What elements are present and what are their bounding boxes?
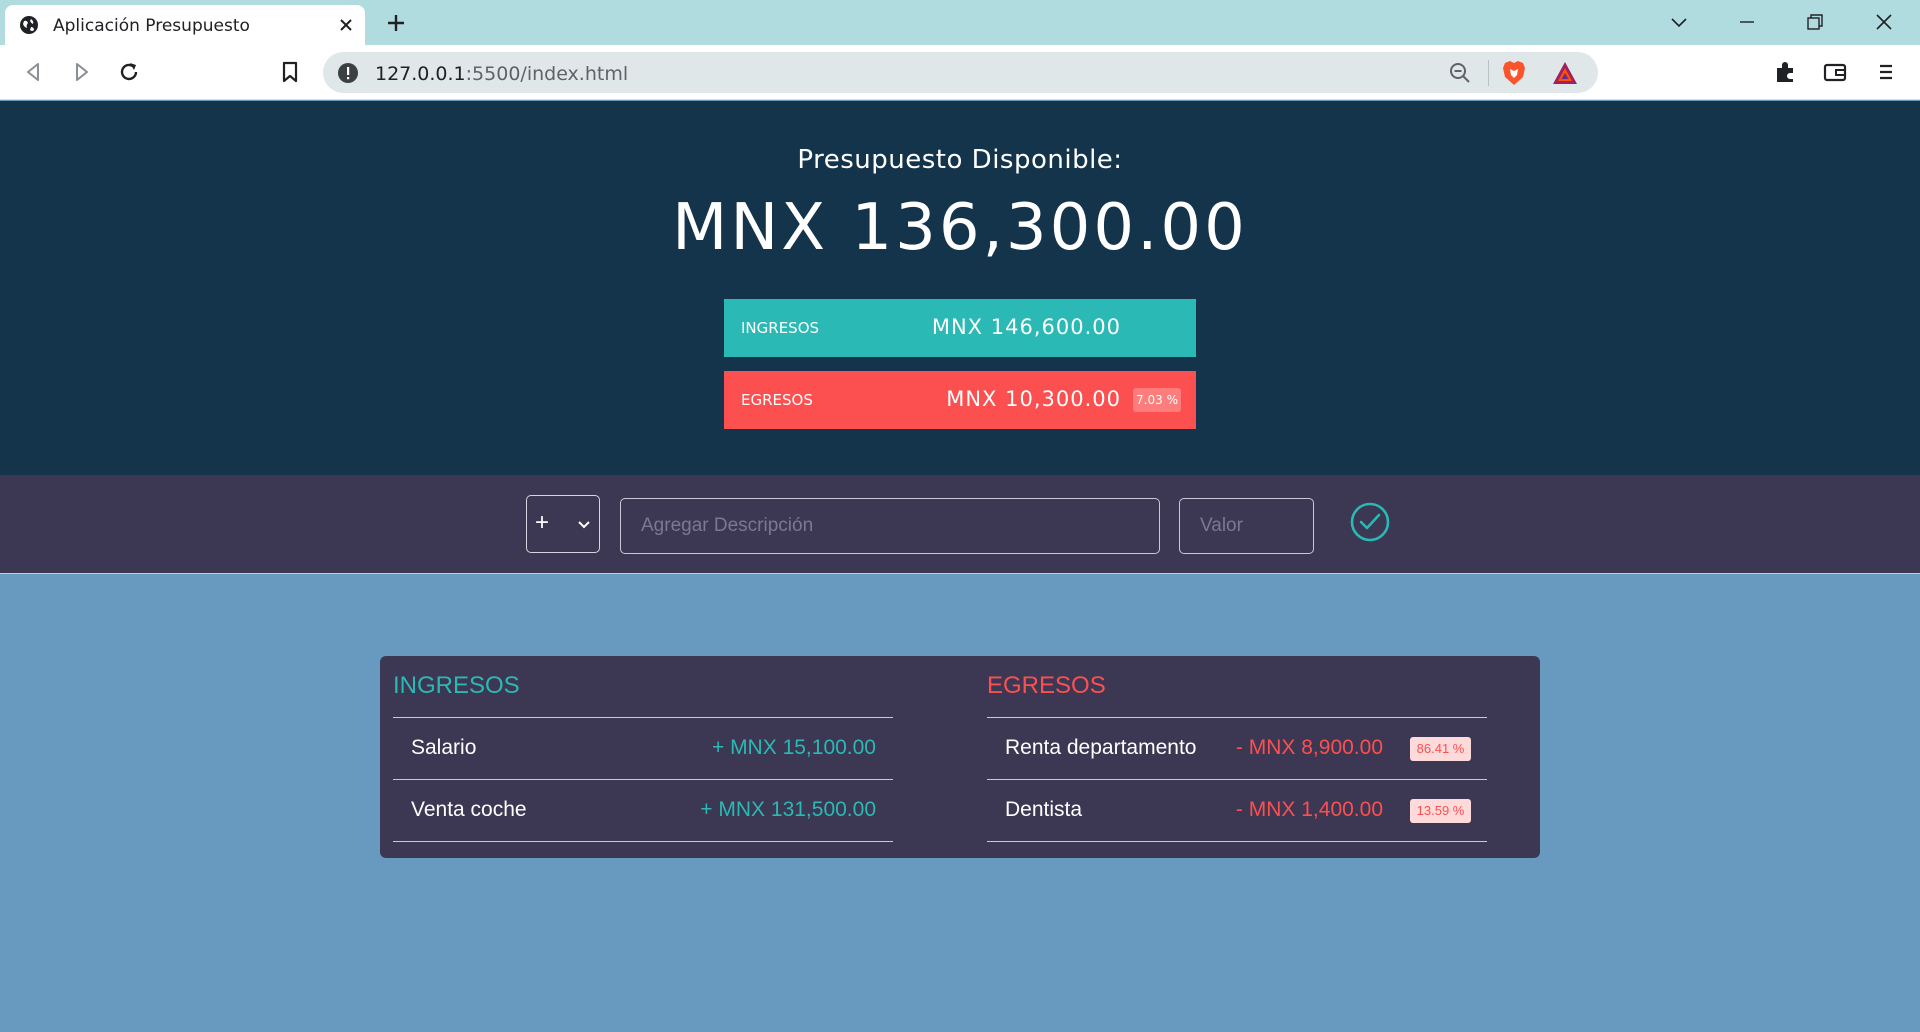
wallet-icon[interactable]: [1821, 58, 1849, 86]
globe-icon: [20, 16, 38, 34]
income-summary-value: MNX 146,600.00: [931, 315, 1121, 339]
back-icon[interactable]: [20, 58, 48, 86]
income-summary-label: INGRESOS: [741, 319, 820, 337]
expense-summary-value: MNX 10,300.00: [946, 387, 1121, 411]
income-item-description: Venta coche: [411, 798, 527, 821]
url-text: 127.0.0.1:5500/index.html: [375, 63, 628, 85]
expense-item[interactable]: Renta departamento - MNX 8,900.00 86.41 …: [987, 718, 1487, 780]
income-item-description: Salario: [411, 736, 477, 759]
address-bar[interactable]: 127.0.0.1:5500/index.html: [323, 52, 1598, 93]
budget-header: Presupuesto Disponible: MNX 136,300.00 I…: [0, 101, 1920, 475]
bat-rewards-icon[interactable]: [1551, 60, 1579, 86]
lists-panel: INGRESOS Salario + MNX 15,100.00 Venta c…: [380, 656, 1540, 858]
extensions-icon[interactable]: [1771, 58, 1799, 86]
expense-summary-label: EGRESOS: [741, 391, 813, 409]
type-select-value: +: [535, 509, 550, 536]
chevron-down-icon: [578, 521, 590, 529]
expense-summary: EGRESOS MNX 10,300.00 7.03 %: [724, 371, 1196, 429]
check-circle-icon[interactable]: [1349, 501, 1391, 543]
type-select[interactable]: +: [526, 495, 600, 553]
reload-icon[interactable]: [115, 58, 143, 86]
info-icon[interactable]: [337, 62, 359, 84]
bookmark-icon[interactable]: [276, 58, 304, 86]
expense-item-description: Renta departamento: [1005, 736, 1197, 759]
expense-item-percent: 13.59 %: [1410, 799, 1471, 823]
description-input[interactable]: [620, 498, 1160, 554]
income-item-value: + MNX 131,500.00: [700, 798, 876, 821]
available-budget: MNX 136,300.00: [672, 191, 1248, 265]
value-input[interactable]: [1179, 498, 1314, 554]
url-path: :5500/index.html: [465, 63, 629, 85]
browser-tab-bar: Aplicación Presupuesto: [0, 0, 1920, 45]
income-item[interactable]: Venta coche + MNX 131,500.00: [393, 780, 893, 842]
income-item[interactable]: Salario + MNX 15,100.00: [393, 718, 893, 780]
expense-item-value: - MNX 8,900.00: [1235, 736, 1383, 759]
forward-icon[interactable]: [67, 58, 95, 86]
expense-item-description: Dentista: [1005, 798, 1083, 821]
restore-icon[interactable]: [1803, 10, 1827, 34]
income-summary: INGRESOS MNX 146,600.00: [724, 299, 1196, 357]
add-entry-bar: +: [0, 475, 1920, 574]
brave-shield-icon[interactable]: [1501, 59, 1527, 87]
expense-percent-badge: 7.03 %: [1133, 388, 1181, 412]
window-close-icon[interactable]: [1872, 10, 1896, 34]
income-list-title: INGRESOS: [393, 672, 520, 699]
browser-tab[interactable]: Aplicación Presupuesto: [5, 5, 365, 45]
address-bar-divider: [1488, 60, 1489, 86]
browser-toolbar: 127.0.0.1:5500/index.html: [0, 45, 1920, 100]
budget-title: Presupuesto Disponible:: [797, 145, 1123, 175]
expense-item-value: - MNX 1,400.00: [1235, 798, 1383, 821]
close-icon[interactable]: [336, 15, 356, 35]
tab-title: Aplicación Presupuesto: [53, 16, 250, 36]
expense-item-percent: 86.41 %: [1410, 737, 1471, 761]
minimize-icon[interactable]: [1735, 10, 1759, 34]
expense-list-title: EGRESOS: [987, 672, 1106, 699]
menu-icon[interactable]: [1872, 58, 1900, 86]
zoom-out-icon[interactable]: [1448, 61, 1472, 85]
chevron-down-icon[interactable]: [1667, 10, 1691, 34]
expense-item[interactable]: Dentista - MNX 1,400.00 13.59 %: [987, 780, 1487, 842]
plus-icon[interactable]: [384, 11, 408, 35]
income-item-value: + MNX 15,100.00: [711, 736, 876, 759]
url-host: 127.0.0.1: [375, 63, 466, 85]
